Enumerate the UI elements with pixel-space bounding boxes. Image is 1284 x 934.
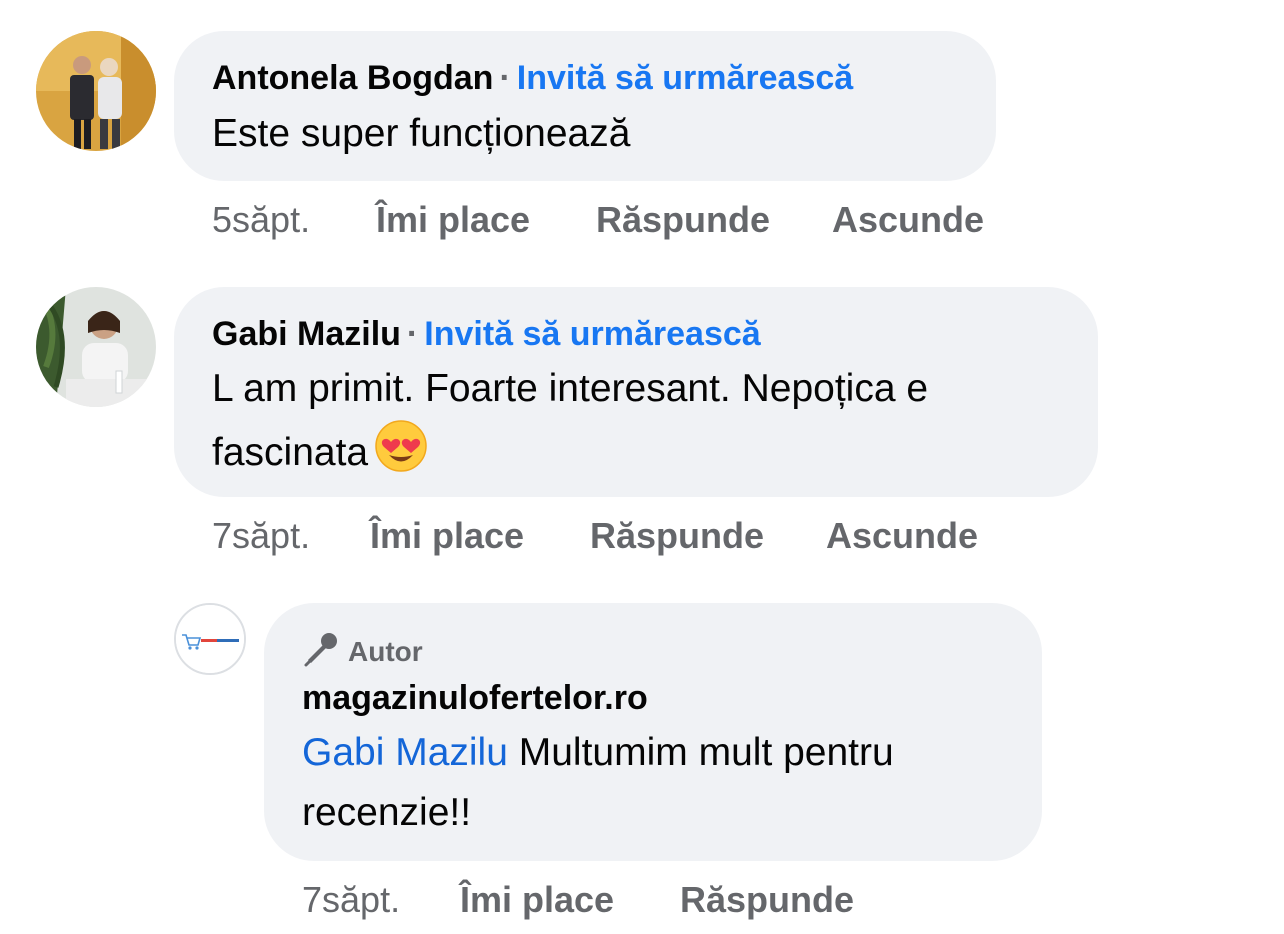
comment-text: L am primit. Foarte interesant. Nepoțica…	[212, 359, 1082, 491]
avatar-photo	[36, 287, 156, 407]
comment-timestamp[interactable]: 7săpt.	[212, 514, 310, 558]
microphone-icon	[302, 630, 340, 676]
comment-author-line: Gabi Mazilu · Invită să urmărească	[212, 314, 761, 354]
like-button[interactable]: Îmi place	[370, 514, 524, 558]
reply-button[interactable]: Răspunde	[596, 198, 770, 242]
author-badge-label: Autor	[348, 636, 423, 667]
avatar-gabi-mazilu[interactable]	[36, 287, 156, 407]
author-badge: Autor	[302, 630, 423, 676]
avatar-antonela-bogdan[interactable]	[36, 31, 156, 151]
heart-eyes-emoji-icon	[374, 419, 428, 491]
reply-timestamp[interactable]: 7săpt.	[302, 878, 400, 922]
invite-to-follow-link[interactable]: Invită să urmărească	[517, 59, 853, 97]
reply-author-name[interactable]: magazinulofertelor.ro	[302, 678, 648, 718]
reply-text-fragment: Multumim mult pentru	[507, 731, 894, 774]
comment-author-name[interactable]: Gabi Mazilu	[212, 315, 401, 353]
avatar-photo	[36, 31, 156, 151]
invite-to-follow-link[interactable]: Invită să urmărească	[424, 315, 760, 353]
reply-button[interactable]: Răspunde	[590, 514, 764, 558]
comment-author-name[interactable]: Antonela Bogdan	[212, 59, 493, 97]
comment-timestamp[interactable]: 5săpt.	[212, 198, 310, 242]
separator-dot: ·	[499, 59, 511, 97]
shop-logo-icon	[176, 605, 244, 673]
avatar-page-logo[interactable]	[174, 603, 246, 675]
mention-link[interactable]: Gabi Mazilu	[302, 731, 508, 774]
comment-actions: 5săpt. Îmi place Răspunde Ascunde	[212, 198, 1012, 242]
comment-text-fragment: fascinata	[212, 431, 369, 474]
hide-button[interactable]: Ascunde	[826, 514, 978, 558]
hide-button[interactable]: Ascunde	[832, 198, 984, 242]
reply-text-line: Gabi Mazilu Multumim mult pentru	[302, 723, 1022, 783]
comment-author-line: Antonela Bogdan · Invită să urmărească	[212, 58, 853, 98]
comment-text-line: fascinata	[212, 419, 1082, 491]
comment-actions: 7săpt. Îmi place Răspunde Ascunde	[212, 514, 1012, 558]
comment-text: Este super funcționează	[212, 112, 631, 155]
like-button[interactable]: Îmi place	[376, 198, 530, 242]
reply-button[interactable]: Răspunde	[680, 878, 854, 922]
like-button[interactable]: Îmi place	[460, 878, 614, 922]
separator-dot: ·	[406, 315, 419, 353]
reply-text-line: recenzie!!	[302, 791, 472, 834]
reply-text: Gabi Mazilu Multumim mult pentru recenzi…	[302, 723, 1022, 843]
reply-actions: 7săpt. Îmi place Răspunde	[302, 878, 1002, 922]
comment-text-line: L am primit. Foarte interesant. Nepoțica…	[212, 367, 929, 410]
